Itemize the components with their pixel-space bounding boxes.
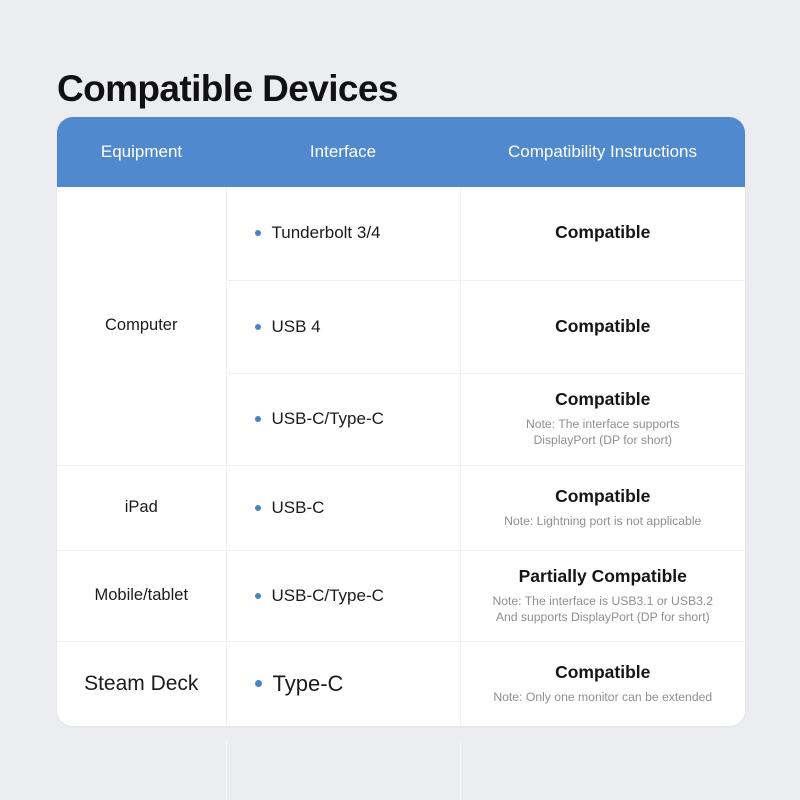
interface-item: USB-C/Type-C xyxy=(254,409,460,429)
column-guide-line-1 xyxy=(226,740,227,800)
interface-item: USB-C/Type-C xyxy=(254,585,460,606)
bullet-icon xyxy=(254,680,262,688)
cell-compatibility-thunderbolt: Compatible xyxy=(460,187,745,280)
bullet-icon xyxy=(254,592,261,599)
cell-equipment-computer: Computer xyxy=(57,187,227,465)
status-badge: Compatible xyxy=(555,662,651,683)
interface-item: Tunderbolt 3/4 xyxy=(254,223,460,243)
table-body: Computer Tunderbolt 3/4 Compatible USB 4… xyxy=(57,187,745,726)
cell-interface-thunderbolt: Tunderbolt 3/4 xyxy=(226,187,461,280)
cell-interface-usbc-mobile: USB-C/Type-C xyxy=(226,549,461,641)
status-note: Note: The interface is USB3.1 or USB3.2 … xyxy=(492,593,714,624)
interface-label: USB-C xyxy=(271,497,325,517)
cell-interface-usbc-computer: USB-C/Type-C xyxy=(226,372,461,465)
bullet-icon xyxy=(254,504,261,511)
column-header-equipment: Equipment xyxy=(57,117,226,187)
cell-compatibility-ipad: Compatible Note: Lightning port is not a… xyxy=(460,464,745,550)
bullet-icon xyxy=(254,323,261,330)
bullet-icon xyxy=(254,416,261,422)
status-badge: Partially Compatible xyxy=(518,565,687,586)
bullet-icon xyxy=(254,230,261,237)
cell-compatibility-steamdeck: Compatible Note: Only one monitor can be… xyxy=(460,640,745,726)
table-header-row: Equipment Interface Compatibility Instru… xyxy=(57,117,745,187)
compatibility-table-card: Equipment Interface Compatibility Instru… xyxy=(57,117,745,726)
interface-item: USB 4 xyxy=(254,316,460,337)
status-note: Note: The interface supports DisplayPort… xyxy=(525,417,680,448)
column-guide-line-2 xyxy=(460,740,461,800)
interface-label: USB-C/Type-C xyxy=(271,585,384,605)
interface-label: Type-C xyxy=(272,670,344,696)
interface-label: USB 4 xyxy=(271,316,321,336)
table-row: iPad USB-C Compatible Note: Lightning po… xyxy=(57,464,745,550)
table-row: Steam Deck Type-C Compatible Note: Only … xyxy=(57,640,745,726)
status-badge: Compatible xyxy=(555,222,651,243)
cell-equipment-steam-deck: Steam Deck xyxy=(57,640,227,726)
compatibility-table: Equipment Interface Compatibility Instru… xyxy=(57,117,745,726)
interface-label: USB-C/Type-C xyxy=(271,409,384,428)
page-title: Compatible Devices xyxy=(57,67,398,109)
interface-label: Tunderbolt 3/4 xyxy=(271,223,381,243)
status-badge: Compatible xyxy=(555,389,651,410)
cell-compatibility-usbc-computer: Compatible Note: The interface supports … xyxy=(460,372,745,465)
cell-interface-typec-steamdeck: Type-C xyxy=(226,640,461,726)
cell-interface-usbc-ipad: USB-C xyxy=(226,464,461,550)
table-header: Equipment Interface Compatibility Instru… xyxy=(57,117,745,187)
status-badge: Compatible xyxy=(555,315,651,336)
interface-item: Type-C xyxy=(254,670,460,697)
column-header-compatibility: Compatibility Instructions xyxy=(460,117,745,187)
table-row: Mobile/tablet USB-C/Type-C Partially Com… xyxy=(57,549,745,641)
table-row: Computer Tunderbolt 3/4 Compatible xyxy=(57,187,745,465)
column-header-interface: Interface xyxy=(226,117,460,187)
cell-compatibility-mobile: Partially Compatible Note: The interface… xyxy=(460,549,745,641)
cell-interface-usb4: USB 4 xyxy=(226,279,461,373)
cell-equipment-ipad: iPad xyxy=(57,464,227,550)
cell-compatibility-usb4: Compatible xyxy=(460,279,745,373)
status-note: Note: Only one monitor can be extended xyxy=(493,690,713,705)
interface-item: USB-C xyxy=(254,497,460,518)
status-note: Note: Lightning port is not applicable xyxy=(504,513,702,528)
status-badge: Compatible xyxy=(555,486,651,507)
cell-equipment-mobile-tablet: Mobile/tablet xyxy=(57,549,227,641)
